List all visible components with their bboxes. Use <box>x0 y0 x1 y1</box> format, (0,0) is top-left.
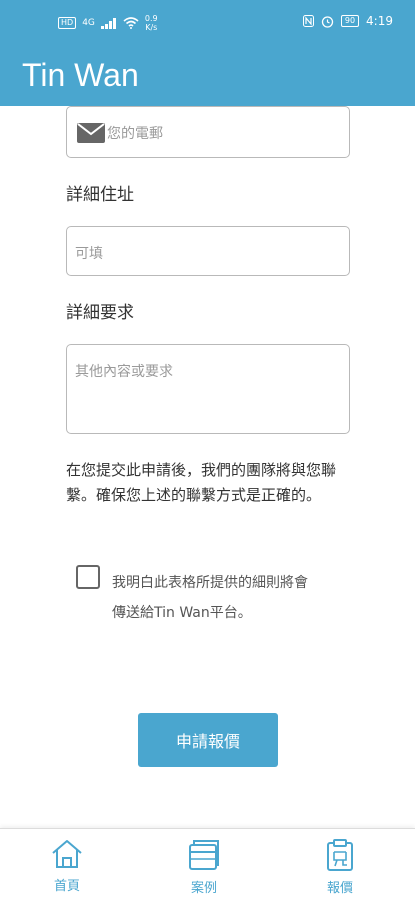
network-speed: 0.9 K/s <box>145 14 158 32</box>
nav-item-cases[interactable]: 案例 <box>169 839 239 896</box>
status-right: 90 4:19 <box>302 14 393 28</box>
cases-icon <box>189 840 219 870</box>
status-bar: HD 4G 0.9 K/s 90 4:19 <box>0 0 415 48</box>
network-type: 4G <box>82 18 95 28</box>
requirements-placeholder: 其他內容或要求 <box>75 364 173 380</box>
battery-indicator: 90 <box>340 15 360 27</box>
speed-value: 0.9 <box>144 14 158 23</box>
app-title: Tin Wan <box>22 57 139 93</box>
status-left: HD 4G 0.9 K/s <box>58 14 158 32</box>
agree-line-2: 傳送給Tin Wan平台。 <box>112 605 252 621</box>
bottom-nav: 首頁 案例 報價 <box>0 828 415 901</box>
nav-item-home[interactable]: 首頁 <box>32 839 102 894</box>
email-placeholder: 您的電郵 <box>107 126 163 142</box>
requirements-label: 詳細要求 <box>66 303 134 323</box>
notice-text: 在您提交此申請後，我們的團隊將與您聯繫。確保您上述的聯繫方式是正確的。 <box>66 461 337 504</box>
agree-label[interactable]: 我明白此表格所提供的細則將會 傳送給Tin Wan平台。 <box>112 568 352 628</box>
requirements-textarea[interactable]: 其他內容或要求 <box>66 344 350 434</box>
agree-checkbox[interactable] <box>76 565 100 589</box>
submit-quote-button[interactable]: 申請報價 <box>138 713 278 767</box>
nfc-icon <box>302 15 314 27</box>
nav-label-home: 首頁 <box>53 879 80 894</box>
home-icon <box>52 840 82 868</box>
network-badge: HD <box>58 17 77 29</box>
envelope-icon <box>77 123 105 143</box>
nav-label-quote: 報價 <box>326 881 353 896</box>
nav-item-quote[interactable]: 報價 <box>305 839 375 896</box>
email-field[interactable]: 您的電郵 <box>66 106 350 158</box>
address-label: 詳細住址 <box>66 185 134 205</box>
wifi-icon <box>123 17 139 29</box>
quote-icon <box>327 839 353 871</box>
signal-icon <box>100 17 116 29</box>
status-time: 4:19 <box>366 14 393 28</box>
speed-unit: K/s <box>145 23 158 32</box>
app-bar: Tin Wan <box>0 48 415 106</box>
address-placeholder: 可填 <box>75 246 103 262</box>
nav-label-cases: 案例 <box>190 881 217 896</box>
agree-line-1: 我明白此表格所提供的細則將會 <box>112 575 308 591</box>
alarm-icon <box>321 15 334 28</box>
address-input[interactable]: 可填 <box>66 226 350 276</box>
